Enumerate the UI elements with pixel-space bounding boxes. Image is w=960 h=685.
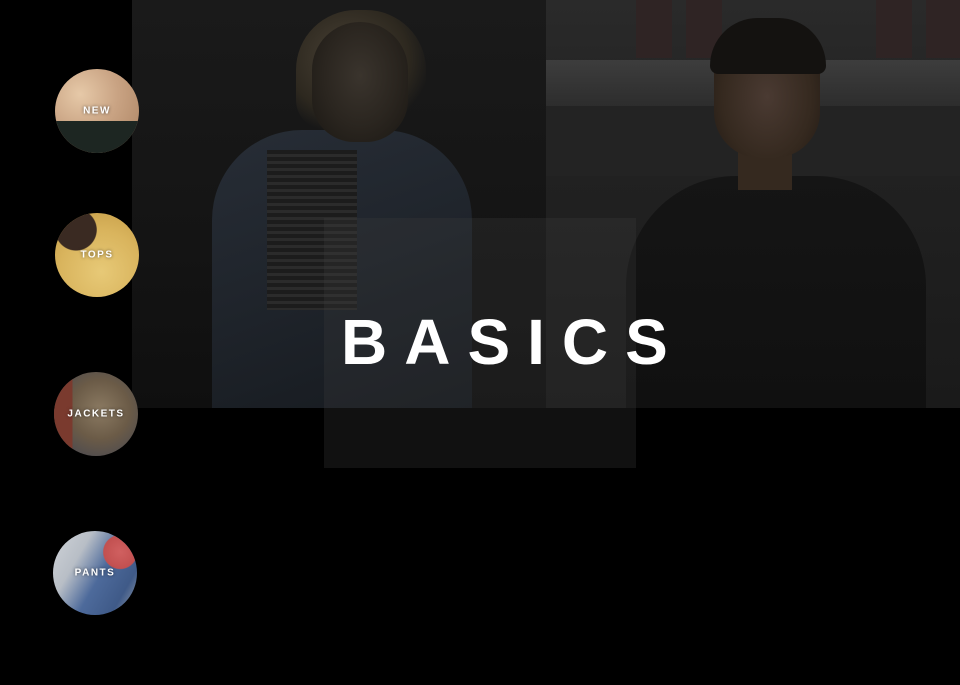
man-hair-shape	[710, 18, 826, 74]
category-new[interactable]: NEW	[55, 69, 139, 153]
building-window	[926, 0, 960, 58]
page: BASICS NEW TOPS JACKETS PANTS	[0, 0, 960, 685]
woman-head-shape	[312, 22, 408, 142]
category-tops[interactable]: TOPS	[55, 213, 139, 297]
category-pants[interactable]: PANTS	[53, 531, 137, 615]
category-pants-label: PANTS	[74, 567, 116, 579]
hero-title: BASICS	[341, 306, 685, 378]
building-window	[636, 0, 672, 58]
building-window	[876, 0, 912, 58]
category-jackets-label: JACKETS	[67, 408, 125, 420]
category-jackets[interactable]: JACKETS	[54, 372, 138, 456]
category-tops-label: TOPS	[80, 249, 114, 261]
category-new-label: NEW	[83, 105, 111, 117]
